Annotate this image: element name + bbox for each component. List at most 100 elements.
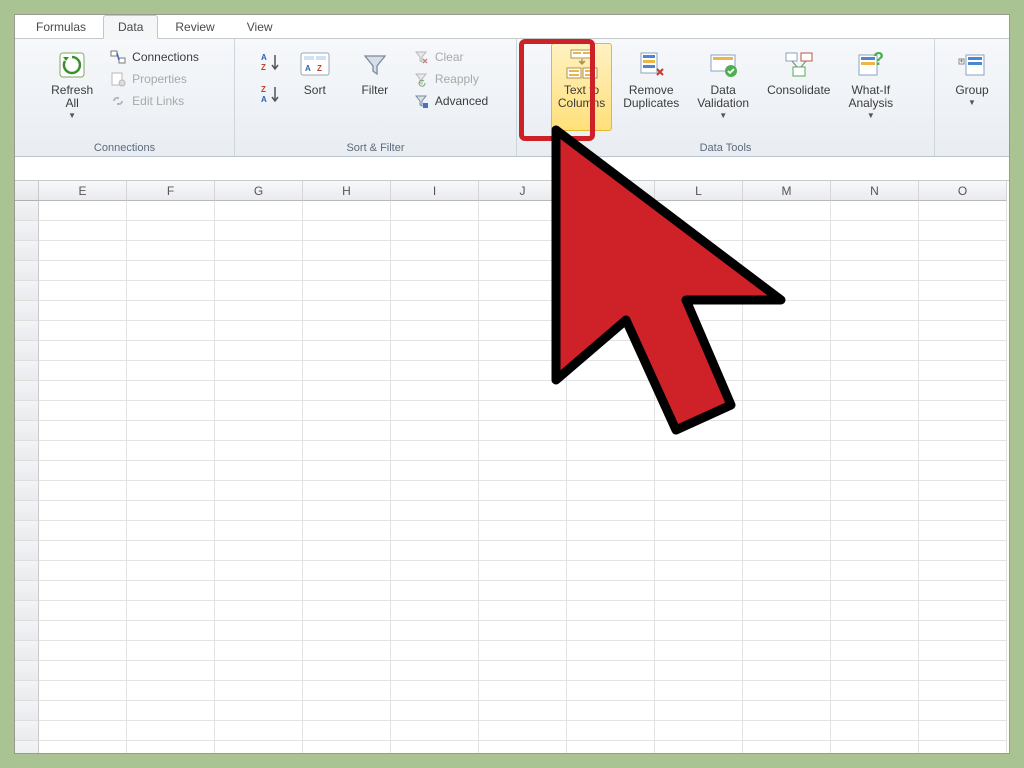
cell[interactable]: [567, 321, 655, 341]
cell[interactable]: [479, 441, 567, 461]
cell[interactable]: [39, 481, 127, 501]
cell[interactable]: [39, 201, 127, 221]
cell[interactable]: [919, 301, 1007, 321]
cell[interactable]: [127, 461, 215, 481]
cell[interactable]: [919, 561, 1007, 581]
cell[interactable]: [303, 661, 391, 681]
cell[interactable]: [743, 421, 831, 441]
cell[interactable]: [127, 441, 215, 461]
cell[interactable]: [39, 601, 127, 621]
cell[interactable]: [743, 721, 831, 741]
cell[interactable]: [127, 321, 215, 341]
cell[interactable]: [567, 621, 655, 641]
cell[interactable]: [39, 681, 127, 701]
cell[interactable]: [567, 241, 655, 261]
cell[interactable]: [919, 201, 1007, 221]
cell[interactable]: [655, 381, 743, 401]
row-header[interactable]: [15, 241, 39, 261]
cell[interactable]: [215, 721, 303, 741]
cell[interactable]: [743, 621, 831, 641]
cell[interactable]: [655, 561, 743, 581]
cell[interactable]: [215, 561, 303, 581]
column-header[interactable]: F: [127, 181, 215, 201]
cell[interactable]: [39, 541, 127, 561]
cell[interactable]: [479, 601, 567, 621]
cell[interactable]: [391, 301, 479, 321]
cell[interactable]: [127, 301, 215, 321]
cell[interactable]: [479, 241, 567, 261]
row-header[interactable]: [15, 301, 39, 321]
cell[interactable]: [567, 701, 655, 721]
row-header[interactable]: [15, 361, 39, 381]
cell[interactable]: [215, 401, 303, 421]
cell[interactable]: [391, 621, 479, 641]
cell[interactable]: [655, 521, 743, 541]
column-header[interactable]: M: [743, 181, 831, 201]
cell[interactable]: [743, 301, 831, 321]
cell[interactable]: [919, 741, 1007, 754]
cell[interactable]: [831, 721, 919, 741]
cell[interactable]: [479, 261, 567, 281]
cell[interactable]: [567, 341, 655, 361]
grid[interactable]: [15, 201, 1009, 754]
cell[interactable]: [743, 241, 831, 261]
cell[interactable]: [567, 561, 655, 581]
cell[interactable]: [567, 481, 655, 501]
cell[interactable]: [919, 681, 1007, 701]
cell[interactable]: [831, 661, 919, 681]
cell[interactable]: [127, 361, 215, 381]
cell[interactable]: [655, 321, 743, 341]
cell[interactable]: [567, 581, 655, 601]
cell[interactable]: [127, 201, 215, 221]
cell[interactable]: [831, 641, 919, 661]
cell[interactable]: [39, 301, 127, 321]
cell[interactable]: [127, 281, 215, 301]
cell[interactable]: [919, 381, 1007, 401]
cell[interactable]: [567, 641, 655, 661]
cell[interactable]: [831, 701, 919, 721]
cell[interactable]: [743, 741, 831, 754]
row-header[interactable]: [15, 201, 39, 221]
row-header[interactable]: [15, 601, 39, 621]
cell[interactable]: [215, 221, 303, 241]
cell[interactable]: [479, 621, 567, 641]
cell[interactable]: [831, 581, 919, 601]
cell[interactable]: [567, 661, 655, 681]
cell[interactable]: [743, 481, 831, 501]
cell[interactable]: [831, 541, 919, 561]
cell[interactable]: [567, 681, 655, 701]
cell[interactable]: [655, 341, 743, 361]
cell[interactable]: [567, 741, 655, 754]
filter-button[interactable]: Filter: [347, 43, 403, 131]
cell[interactable]: [479, 741, 567, 754]
cell[interactable]: [391, 721, 479, 741]
cell[interactable]: [743, 261, 831, 281]
cell[interactable]: [479, 381, 567, 401]
cell[interactable]: [127, 421, 215, 441]
cell[interactable]: [127, 641, 215, 661]
cell[interactable]: [479, 581, 567, 601]
cell[interactable]: [39, 621, 127, 641]
cell[interactable]: [919, 641, 1007, 661]
row-header[interactable]: [15, 281, 39, 301]
cell[interactable]: [391, 521, 479, 541]
cell[interactable]: [39, 261, 127, 281]
cell[interactable]: [919, 341, 1007, 361]
row-header[interactable]: [15, 441, 39, 461]
cell[interactable]: [391, 701, 479, 721]
cell[interactable]: [655, 621, 743, 641]
cell[interactable]: [391, 441, 479, 461]
cell[interactable]: [215, 461, 303, 481]
cell[interactable]: [391, 681, 479, 701]
cell[interactable]: [919, 581, 1007, 601]
cell[interactable]: [831, 281, 919, 301]
cell[interactable]: [567, 261, 655, 281]
cell[interactable]: [303, 721, 391, 741]
cell[interactable]: [479, 481, 567, 501]
cell[interactable]: [831, 561, 919, 581]
cell[interactable]: [919, 621, 1007, 641]
cell[interactable]: [743, 561, 831, 581]
cell[interactable]: [303, 361, 391, 381]
cell[interactable]: [391, 361, 479, 381]
cell[interactable]: [39, 661, 127, 681]
